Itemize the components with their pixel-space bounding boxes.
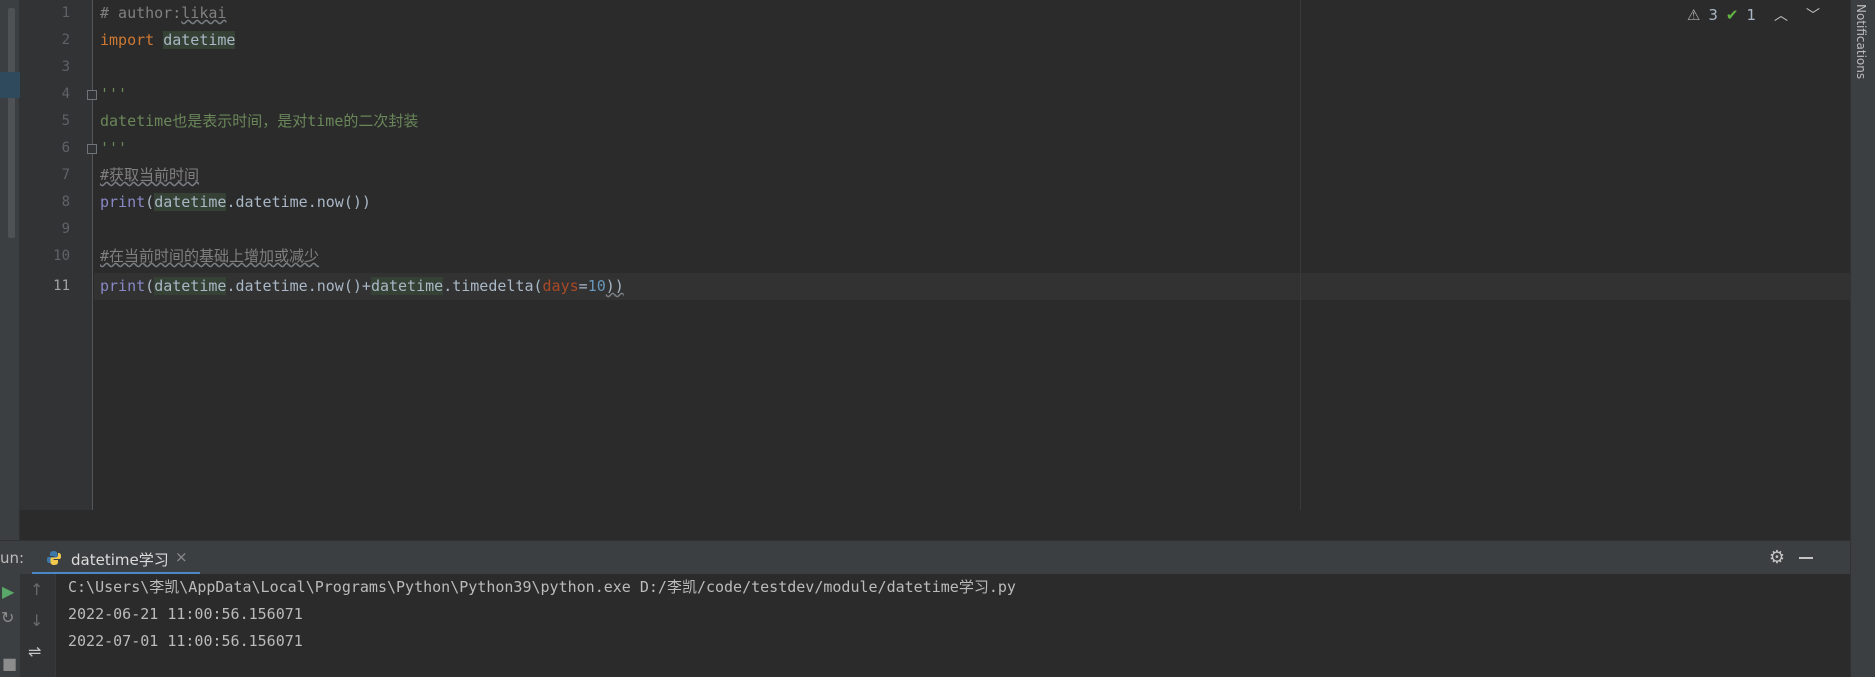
builtin-token: print (100, 277, 146, 295)
run-label: un: (0, 549, 25, 567)
paren-token: )) (605, 277, 624, 295)
builtin-token: print (100, 193, 146, 211)
module-token: datetime (163, 31, 236, 49)
line-number: 3 (61, 59, 70, 75)
right-margin-guide (1300, 0, 1301, 510)
code-token: .datetime.now()) (226, 193, 371, 211)
run-panel-header: un: datetime学习 × ⚙ (0, 540, 1850, 575)
warning-icon[interactable]: ⚠ (1687, 6, 1700, 24)
comment-token: likai (181, 4, 227, 22)
line-number: 7 (61, 167, 70, 183)
weak-warning-count: 1 (1746, 6, 1756, 24)
left-tool-strip (0, 0, 20, 540)
line-number: 5 (61, 113, 70, 129)
code-line-8: print(datetime.datetime.now()) (100, 189, 371, 216)
scroll-down-icon[interactable]: ↓ (30, 611, 43, 630)
module-token: datetime (370, 277, 444, 295)
warning-count: 3 (1708, 6, 1718, 24)
code-line-4: ''' (100, 85, 128, 103)
module-token: datetime (154, 193, 227, 211)
notifications-strip[interactable]: Notifications (1850, 0, 1875, 677)
fold-marker-icon[interactable] (87, 144, 97, 154)
scroll-up-icon[interactable]: ↑ (30, 580, 43, 599)
code-token: .datetime.now()+ (226, 277, 371, 295)
line-number: 1 (61, 5, 70, 21)
line-number: 8 (61, 194, 70, 210)
console-line: C:\Users\李凯\AppData\Local\Programs\Pytho… (68, 578, 1016, 596)
stop-icon[interactable]: ■ (2, 654, 17, 673)
line-number-gutter: 1 2 3 4 5 6 7 8 9 10 11 (20, 0, 97, 510)
code-line-6: ''' (100, 139, 128, 157)
gear-icon[interactable]: ⚙ (1769, 547, 1785, 568)
arrow-up-icon[interactable]: ︿ (1774, 5, 1788, 25)
line-number: 9 (61, 221, 70, 237)
minimize-icon[interactable] (1799, 557, 1813, 559)
code-line-5: datetime也是表示时间，是对time的二次封装 (100, 112, 419, 130)
console-line: 2022-07-01 11:00:56.156071 (68, 632, 303, 650)
code-line-2: import datetime (100, 27, 236, 54)
console-line: 2022-06-21 11:00:56.156071 (68, 605, 303, 623)
rerun-icon[interactable]: ↻ (1, 608, 14, 627)
number-token: 10 (587, 277, 606, 295)
structure-scrollbar[interactable] (8, 8, 15, 238)
python-file-icon (47, 551, 61, 565)
line-number: 6 (61, 140, 70, 156)
module-token: datetime (154, 277, 227, 295)
console-toolbar: ↑ ↓ ⇌ (20, 574, 56, 677)
close-icon[interactable]: × (175, 548, 188, 566)
run-tab-label[interactable]: datetime学习 (71, 549, 169, 570)
run-tab[interactable]: datetime学习 × (32, 541, 200, 575)
inspection-widget[interactable]: ⚠ 3 ✔ 1 ︿ ﹀ (1687, 5, 1820, 25)
tool-strip-selection (0, 72, 20, 98)
line-number: 4 (61, 86, 70, 102)
check-icon[interactable]: ✔ (1726, 6, 1739, 24)
comment-token: # author: (100, 4, 182, 22)
code-token: = (578, 277, 588, 295)
kwarg-token: days (542, 277, 579, 295)
paren-token: ( (145, 277, 155, 295)
code-line-11: print(datetime.datetime.now()+datetime.t… (100, 273, 624, 300)
code-editor[interactable]: 1 2 3 4 5 6 7 8 9 10 11 # author:likai i… (20, 0, 1870, 510)
run-toolbar: ▶ ↻ ■ (0, 574, 20, 677)
paren-token: ( (145, 193, 155, 211)
soft-wrap-icon[interactable]: ⇌ (28, 642, 41, 661)
fold-marker-icon[interactable] (87, 90, 97, 100)
code-line-10: #在当前时间的基础上增加或减少 (100, 247, 320, 265)
run-console[interactable]: ▶ ↻ ■ ↑ ↓ ⇌ C:\Users\李凯\AppData\Local\Pr… (0, 574, 1850, 677)
line-number: 11 (53, 278, 70, 294)
code-line-7: #获取当前时间 (100, 166, 200, 184)
line-number: 10 (53, 248, 70, 264)
code-token: .timedelta( (443, 277, 543, 295)
code-area[interactable]: # author:likai import datetime ''' datet… (100, 0, 624, 295)
code-line-1: # author:likai (100, 0, 226, 27)
arrow-down-icon[interactable]: ﹀ (1806, 5, 1820, 25)
run-icon[interactable]: ▶ (2, 582, 14, 601)
keyword-token: import (100, 31, 155, 49)
line-number: 2 (61, 32, 70, 48)
notifications-label[interactable]: Notifications (1854, 4, 1868, 79)
console-output[interactable]: C:\Users\李凯\AppData\Local\Programs\Pytho… (68, 574, 1016, 664)
